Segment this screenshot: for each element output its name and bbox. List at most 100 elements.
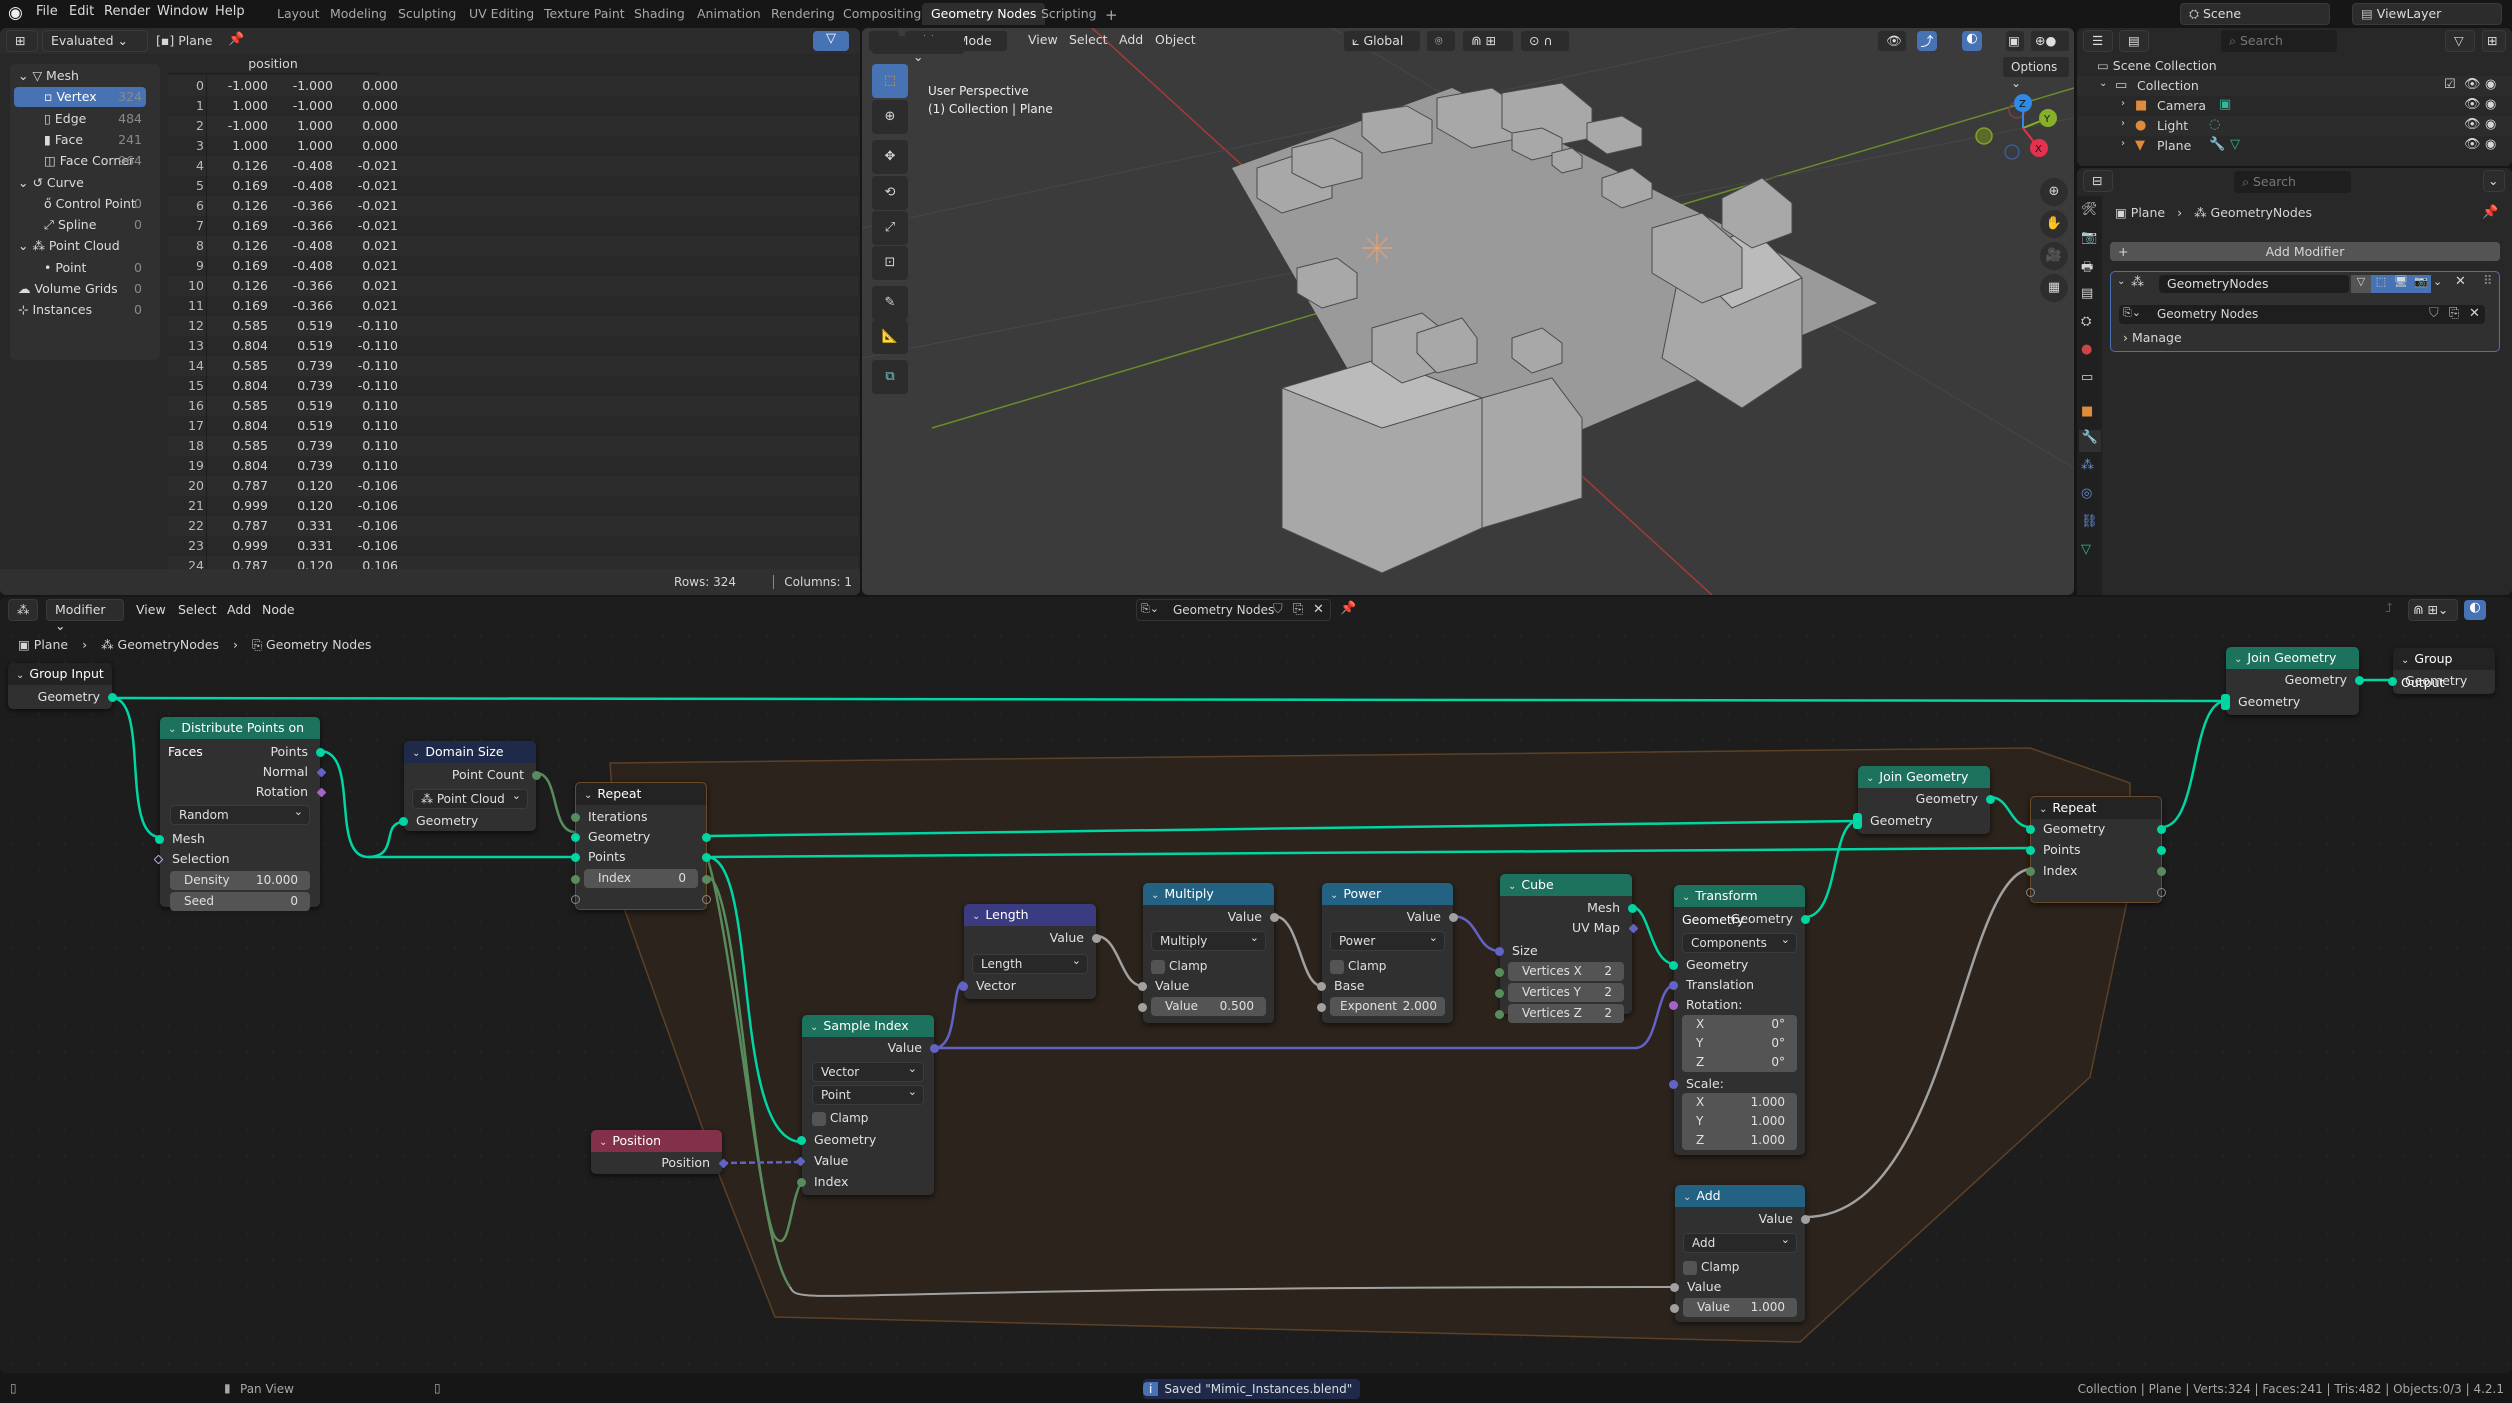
node-repeat-output[interactable]: ⌄ Repeat Geometry Points Index [2026,796,2166,903]
duplicate-icon[interactable]: ⎘ [2449,306,2459,321]
light-data-icon[interactable]: ◌ [2209,117,2220,132]
rotation-x-field[interactable]: X 0° [1682,1015,1797,1034]
expand-icon[interactable]: › [2121,138,2125,149]
geometry-out-socket[interactable] [2355,676,2364,685]
ortho-toggle-icon[interactable]: ▦ [2040,274,2068,302]
node-repeat-input[interactable]: ⌄ Repeat Iterations Geometry Points Index… [571,782,711,910]
tab-shading[interactable]: Shading [625,3,694,25]
node-distribute-points[interactable]: ⌄ Distribute Points on Faces Points Norma… [153,717,327,911]
checkbox[interactable] [1330,959,1344,974]
value-b-socket[interactable] [1138,1003,1147,1012]
tab-texture-paint[interactable]: Texture Paint [535,3,634,25]
geometry-socket[interactable] [108,693,117,702]
geometry-out-socket[interactable] [1986,795,1995,804]
exponent-socket[interactable] [1317,1003,1326,1012]
physics-tab-icon[interactable]: ◎ [2081,486,2092,501]
visibility-eye-icon[interactable]: 👁 [2464,77,2481,92]
point-count-socket[interactable] [532,771,541,780]
pin-icon[interactable]: 📌 [2482,205,2498,220]
render-camera-icon[interactable]: ◉ [2485,77,2496,92]
value-in-socket[interactable] [1138,982,1147,991]
view-layer-tab-icon[interactable]: ▤ [2081,286,2093,301]
add-workspace-button[interactable]: + [1096,3,1127,25]
operation-dropdown[interactable]: Multiply [1151,929,1266,951]
points-out-socket[interactable] [702,853,711,862]
collapse-chevron-icon[interactable]: ⌄ [1866,768,1874,790]
clamp-checkbox[interactable]: Clamp [1683,1259,1739,1275]
node-header[interactable]: ⌄ Cube [1500,874,1632,896]
geometry-in-socket[interactable] [2026,825,2035,834]
points-in-socket[interactable] [571,853,580,862]
geometry-socket[interactable] [797,1136,806,1145]
node-length[interactable]: ⌄ Length Value Length Vector [959,904,1101,999]
node-group-selector[interactable]: ⎘⌄ Geometry Nodes ⛉ ⎘ ✕ [2119,305,2485,324]
menu-window[interactable]: Window [157,4,208,19]
operation-dropdown[interactable]: Add [1683,1231,1797,1253]
add-value-field[interactable]: Value 1.000 [1670,1298,1797,1317]
mode-dropdown[interactable]: Components [1682,931,1797,953]
collapse-chevron-icon[interactable]: ⌄ [2401,650,2409,672]
index-socket[interactable] [571,875,580,884]
node-header[interactable]: ⌄ Group Output [2393,648,2495,690]
3d-viewport[interactable]: Z Y X ⊕ Object Mode ⌄ View Select Add Ob… [862,28,2074,595]
node-header[interactable]: ⌄ Join Geometry [1858,766,1990,788]
pin-icon[interactable]: 📌 [228,32,244,47]
tab-compositing[interactable]: Compositing [834,3,930,25]
node-group-input[interactable]: ⌄ Group Input Geometry [8,663,117,709]
collapse-chevron-icon[interactable]: ⌄ [2234,649,2242,671]
constraints-tab-icon[interactable]: ⛓ [2081,514,2098,529]
operation-dropdown[interactable]: Length [972,952,1088,974]
value-b-socket[interactable] [1670,1304,1679,1313]
expand-icon[interactable]: ⌄ [2099,78,2107,89]
operation-dropdown[interactable]: Power [1330,929,1445,951]
expand-icon[interactable]: › [2121,98,2125,109]
drag-handle-icon[interactable]: ⠿ [2483,274,2493,289]
remove-modifier-icon[interactable]: ✕ [2455,274,2466,289]
index-out-socket[interactable] [702,875,711,884]
vertices-y-socket[interactable] [1495,989,1504,998]
manage-subpanel[interactable]: › Manage [2123,330,2182,345]
node-header[interactable]: ⌄ Distribute Points on Faces [160,717,320,759]
scale-x-field[interactable]: X 1.000 [1682,1093,1797,1112]
node-header[interactable]: ⌄ Position [591,1130,722,1152]
zoom-view-icon[interactable]: ⊕ [2040,178,2068,206]
editor-type-button[interactable]: ⊞ [6,30,38,52]
geometry-in-socket[interactable] [1669,961,1678,970]
render-tab-icon[interactable]: 📷 [2081,230,2097,245]
blender-logo-icon[interactable]: ◉ [8,3,23,23]
output-tab-icon[interactable]: 🖶 [2081,258,2093,280]
mesh-socket[interactable] [155,835,164,844]
tab-sculpting[interactable]: Sculpting [389,3,465,25]
selection-mode-buttons[interactable] [872,36,964,54]
collection-tab-icon[interactable]: ▭ [2081,370,2093,385]
mesh-data-icon[interactable]: ▽ [2230,137,2240,152]
node-header[interactable]: ⌄ Length [964,904,1096,926]
value-in-socket[interactable] [1670,1283,1679,1292]
viewport-menu-add[interactable]: Add [1119,32,1143,47]
collapse-chevron-icon[interactable]: ⌄ [1683,1187,1691,1209]
fake-user-shield-icon[interactable]: ⛉ [2429,306,2439,321]
save-notification[interactable]: i Saved "Mimic_Instances.blend" [1143,1379,1361,1399]
scale-z-field[interactable]: Z 1.000 [1682,1131,1797,1150]
move-tool-icon[interactable]: ✥ [872,140,908,174]
collapse-chevron-icon[interactable]: ⌄ [810,1017,818,1039]
tab-geometry-nodes[interactable]: Geometry Nodes [922,3,1046,25]
camera-view-icon[interactable]: 🎥 [2040,242,2068,270]
options-dropdown[interactable]: Options ⌄ [2002,56,2070,90]
node-header[interactable]: ⌄ Group Input [8,663,112,685]
seed-field[interactable]: Seed 0 [170,892,310,911]
data-type-dropdown[interactable]: Vector [812,1060,924,1082]
collapse-chevron-icon[interactable]: ⌄ [1682,887,1690,909]
domain-item-point[interactable]: • Point 0 [14,258,146,278]
points-out-socket[interactable] [2157,846,2166,855]
node-header[interactable]: ⌄ Multiply [1143,883,1274,905]
modifier-menu-chevron[interactable]: ⌄ [2433,275,2442,288]
display-mode-button[interactable]: ▤ [2119,30,2149,52]
tab-animation[interactable]: Animation [688,3,770,25]
domain-item-instances[interactable]: ⊹ Instances 0 [14,300,146,320]
particles-tab-icon[interactable]: ⁂ [2081,458,2094,473]
modifier-tab-icon[interactable]: 🔧 [2079,430,2101,452]
collapse-chevron-icon[interactable]: ⌄ [2039,799,2047,821]
exclude-checkbox[interactable]: ☑ [2444,77,2456,92]
node-header[interactable]: ⌄ Power [1322,883,1453,905]
